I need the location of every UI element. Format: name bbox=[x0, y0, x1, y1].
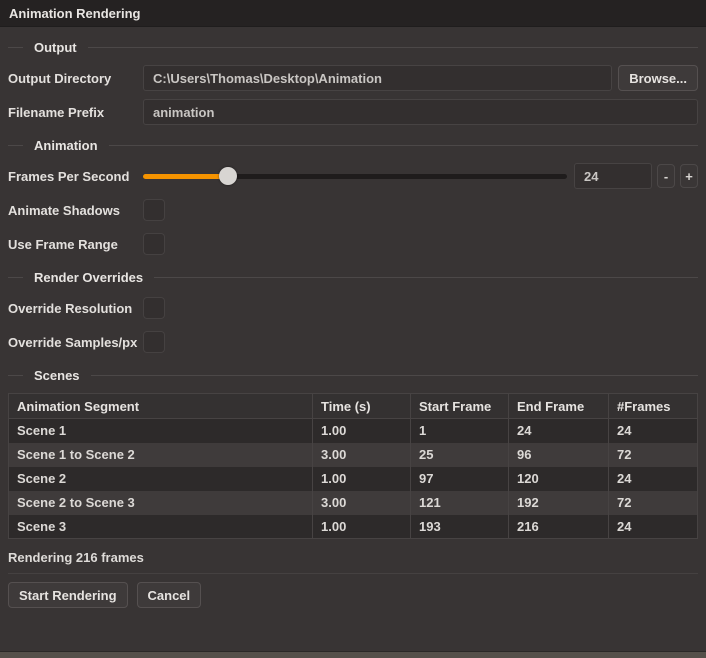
section-label-animation: Animation bbox=[34, 137, 98, 153]
table-cell: 25 bbox=[410, 442, 509, 467]
table-cell: 1.00 bbox=[312, 466, 411, 491]
filename-prefix-input[interactable]: animation bbox=[143, 99, 698, 125]
table-cell: 24 bbox=[617, 471, 632, 486]
table-cell: 72 bbox=[608, 490, 698, 515]
override-resolution-row: Override Resolution bbox=[8, 295, 698, 321]
table-cell: 24 bbox=[617, 423, 632, 439]
fps-value-input[interactable]: 24 bbox=[574, 163, 652, 189]
animate-shadows-checkbox[interactable] bbox=[143, 199, 165, 221]
window-title: Animation Rendering bbox=[9, 5, 141, 21]
table-cell: 1 bbox=[410, 418, 509, 443]
fps-slider-track[interactable] bbox=[143, 167, 567, 185]
override-samples-checkbox[interactable] bbox=[143, 331, 165, 353]
section-divider bbox=[8, 374, 23, 376]
section-label-output: Output bbox=[34, 39, 77, 55]
cancel-button[interactable]: Cancel bbox=[136, 582, 202, 608]
bottom-edge-strip bbox=[0, 651, 706, 658]
fps-slider-fill bbox=[143, 173, 228, 179]
footer-buttons: Start Rendering Cancel bbox=[8, 582, 698, 608]
table-cell: 1.00 bbox=[312, 418, 411, 443]
section-label-scenes: Scenes bbox=[34, 367, 80, 383]
section-divider bbox=[8, 46, 23, 48]
table-cell: 24 bbox=[617, 518, 632, 534]
table-header-row: Animation Segment Time (s) Start Frame E… bbox=[8, 393, 698, 419]
table-cell: 97 bbox=[410, 466, 509, 491]
table-cell: 193 bbox=[410, 514, 509, 539]
section-header-scenes: Scenes bbox=[8, 366, 698, 384]
use-frame-range-row: Use Frame Range bbox=[8, 231, 698, 257]
table-cell: 216 bbox=[508, 514, 609, 539]
status-text: Rendering 216 frames bbox=[8, 549, 144, 565]
column-header-end-frame: End Frame bbox=[508, 393, 609, 419]
table-cell: 120 bbox=[508, 466, 609, 491]
table-cell: 96 bbox=[508, 442, 609, 467]
table-cell: Scene 2 bbox=[8, 466, 313, 491]
table-cell: 192 bbox=[508, 490, 609, 515]
section-divider bbox=[108, 144, 698, 146]
start-rendering-button[interactable]: Start Rendering bbox=[8, 582, 128, 608]
table-row[interactable]: Scene 3 1.00 193 216 24 bbox=[8, 514, 698, 539]
section-header-animation: Animation bbox=[8, 136, 698, 154]
table-cell: 24 bbox=[508, 418, 609, 443]
output-directory-row: Output Directory C:\Users\Thomas\Desktop… bbox=[8, 65, 698, 91]
table-cell: 3.00 bbox=[312, 442, 411, 467]
dialog-content: Output Output Directory C:\Users\Thomas\… bbox=[0, 38, 706, 608]
table-cell: Scene 2 to Scene 3 bbox=[8, 490, 313, 515]
animate-shadows-row: Animate Shadows bbox=[8, 197, 698, 223]
section-divider bbox=[87, 46, 698, 48]
column-header-num-frames: #Frames bbox=[608, 393, 698, 419]
column-header-time: Time (s) bbox=[312, 393, 411, 419]
title-bar: Animation Rendering bbox=[0, 0, 706, 27]
table-cell: Scene 1 to Scene 2 bbox=[8, 442, 313, 467]
fps-row: Frames Per Second 24 - + bbox=[8, 163, 698, 189]
table-row[interactable]: Scene 1 to Scene 2 3.00 25 96 72 bbox=[8, 442, 698, 467]
footer-divider bbox=[8, 573, 698, 574]
table-cell: 72 bbox=[608, 442, 698, 467]
animate-shadows-label: Animate Shadows bbox=[8, 202, 120, 218]
table-cell: Scene 3 bbox=[8, 514, 313, 539]
override-samples-label: Override Samples/px bbox=[8, 334, 138, 350]
table-cell: 121 bbox=[410, 490, 509, 515]
fps-slider-knob[interactable] bbox=[218, 167, 237, 185]
output-directory-input[interactable]: C:\Users\Thomas\Desktop\Animation bbox=[143, 65, 613, 91]
scenes-table: Animation Segment Time (s) Start Frame E… bbox=[8, 393, 698, 539]
table-cell: 3.00 bbox=[312, 490, 411, 515]
section-header-render-overrides: Render Overrides bbox=[8, 268, 698, 286]
table-cell: 1.00 bbox=[312, 514, 411, 539]
override-resolution-label: Override Resolution bbox=[8, 300, 133, 316]
output-directory-label: Output Directory bbox=[8, 70, 112, 86]
section-divider bbox=[8, 144, 23, 146]
override-samples-row: Override Samples/px bbox=[8, 329, 698, 355]
section-divider bbox=[8, 276, 23, 278]
table-row[interactable]: Scene 2 to Scene 3 3.00 121 192 72 bbox=[8, 490, 698, 515]
animation-rendering-dialog: { "title_bar": { "title": "Animation Ren… bbox=[0, 0, 706, 658]
table-cell: Scene 1 bbox=[8, 418, 313, 443]
table-row[interactable]: Scene 2 1.00 97 120 24 bbox=[8, 466, 698, 491]
override-resolution-checkbox[interactable] bbox=[143, 297, 165, 319]
section-label-render-overrides: Render Overrides bbox=[34, 269, 144, 285]
fps-decrement-button[interactable]: - bbox=[657, 164, 675, 188]
fps-label: Frames Per Second bbox=[8, 168, 130, 184]
section-header-output: Output bbox=[8, 38, 698, 56]
filename-prefix-row: Filename Prefix animation bbox=[8, 99, 698, 125]
browse-button[interactable]: Browse... bbox=[618, 65, 698, 91]
section-divider bbox=[154, 276, 698, 278]
fps-increment-button[interactable]: + bbox=[680, 164, 698, 188]
use-frame-range-checkbox[interactable] bbox=[143, 233, 165, 255]
fps-slider[interactable] bbox=[143, 163, 567, 189]
use-frame-range-label: Use Frame Range bbox=[8, 236, 118, 252]
filename-prefix-label: Filename Prefix bbox=[8, 104, 105, 120]
column-header-start-frame: Start Frame bbox=[410, 393, 509, 419]
column-header-segment: Animation Segment bbox=[8, 393, 313, 419]
table-row[interactable]: Scene 1 1.00 1 24 24 bbox=[8, 418, 698, 443]
section-divider bbox=[90, 374, 698, 376]
